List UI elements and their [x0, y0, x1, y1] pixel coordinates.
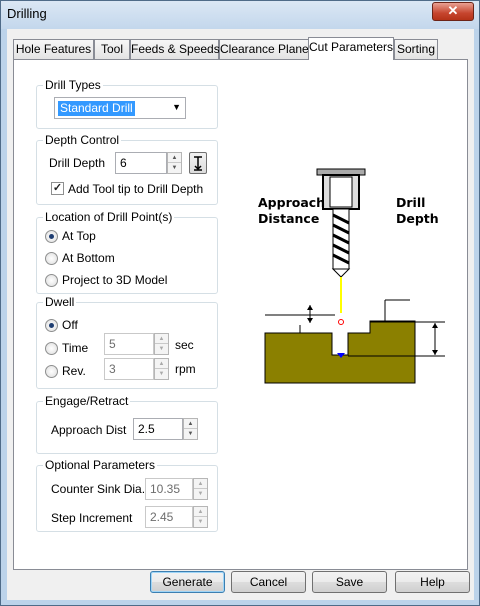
spin-down-icon: ▼ — [171, 165, 178, 171]
approach-distance-label: Approach Distance — [258, 195, 326, 226]
title-bar[interactable]: Drilling ✕ — [1, 1, 479, 29]
drill-depth-diagram-label: Drill Depth — [396, 195, 439, 226]
step-increment-input[interactable]: 2.45 — [145, 506, 193, 528]
depth-control-title: Depth Control — [43, 133, 122, 147]
dwell-rev-radio[interactable] — [45, 365, 58, 378]
generate-button[interactable]: Generate — [150, 571, 225, 593]
at-bottom-radio[interactable] — [45, 252, 58, 265]
at-bottom-label: At Bottom — [62, 251, 115, 265]
counter-sink-input[interactable]: 10.35 — [145, 478, 193, 500]
dwell-group: Dwell Off Time 5 ▲ ▼ sec Rev. 3 ▲ ▼ rpm — [36, 295, 218, 389]
dwell-time-unit: sec — [175, 338, 194, 352]
project-3d-label: Project to 3D Model — [62, 273, 168, 287]
dwell-rev-label: Rev. — [62, 364, 86, 378]
add-tool-tip-checkbox[interactable]: ✓ — [51, 182, 64, 195]
help-button[interactable]: Help — [395, 571, 470, 593]
cancel-button[interactable]: Cancel — [231, 571, 306, 593]
drill-types-group: Drill Types Standard Drill ▼ — [36, 78, 218, 129]
window-title: Drilling — [7, 6, 47, 21]
close-button[interactable]: ✕ — [432, 2, 474, 21]
optional-parameters-group: Optional Parameters Counter Sink Dia. 10… — [36, 458, 218, 532]
dwell-time-radio[interactable] — [45, 342, 58, 355]
depth-pick-button[interactable] — [189, 152, 207, 174]
drill-depth-label: Drill Depth — [49, 156, 106, 170]
depth-control-group: Depth Control Drill Depth 6 ▲ ▼ ✓ Add Too… — [36, 133, 218, 205]
dwell-rev-unit: rpm — [175, 362, 196, 376]
save-button[interactable]: Save — [312, 571, 387, 593]
engage-retract-group: Engage/Retract Approach Dist 2.5 ▲ ▼ — [36, 394, 218, 454]
engage-retract-title: Engage/Retract — [43, 394, 131, 408]
step-increment-label: Step Increment — [51, 511, 133, 525]
step-increment-spinner[interactable]: ▲ ▼ — [193, 506, 208, 528]
tab-feeds-speeds[interactable]: Feeds & Speeds — [130, 39, 220, 59]
tab-tool[interactable]: Tool — [94, 39, 130, 59]
optional-parameters-title: Optional Parameters — [43, 458, 158, 472]
at-top-label: At Top — [62, 229, 96, 243]
dwell-time-input[interactable]: 5 — [104, 333, 154, 355]
location-title: Location of Drill Point(s) — [43, 210, 175, 224]
drill-depth-spinner[interactable]: ▲ ▼ — [167, 152, 182, 174]
dwell-rev-input[interactable]: 3 — [104, 358, 154, 380]
dwell-time-label: Time — [62, 341, 89, 355]
drilling-diagram: Approach Distance Drill Depth — [250, 165, 460, 425]
location-group: Location of Drill Point(s) At Top At Bot… — [36, 210, 218, 294]
dwell-rev-spinner[interactable]: ▲ ▼ — [154, 358, 169, 380]
drilling-dialog: Drilling ✕ Hole Features Tool Feeds & Sp… — [0, 0, 480, 606]
project-3d-radio[interactable] — [45, 274, 58, 287]
tab-cut-parameters[interactable]: Cut Parameters — [308, 37, 394, 60]
tab-clearance-plane[interactable]: Clearance Plane — [219, 39, 309, 59]
spin-up-icon: ▲ — [168, 153, 181, 163]
depth-arrows-icon — [194, 156, 202, 171]
counter-sink-spinner[interactable]: ▲ ▼ — [193, 478, 208, 500]
cut-parameters-panel: Drill Types Standard Drill ▼ Depth Contr… — [13, 59, 468, 570]
dwell-title: Dwell — [43, 295, 77, 309]
drill-type-value: Standard Drill — [58, 101, 135, 116]
counter-sink-label: Counter Sink Dia. — [51, 482, 146, 496]
drill-depth-input[interactable]: 6 — [115, 152, 167, 174]
dwell-off-label: Off — [62, 318, 78, 332]
dwell-off-radio[interactable] — [45, 319, 58, 332]
drill-types-title: Drill Types — [43, 78, 103, 92]
tab-sorting[interactable]: Sorting — [394, 39, 438, 59]
dialog-client: Hole Features Tool Feeds & Speeds Cleara… — [7, 29, 474, 600]
approach-dist-spinner[interactable]: ▲ ▼ — [183, 418, 198, 440]
chevron-down-icon: ▼ — [172, 102, 181, 112]
tab-hole-features[interactable]: Hole Features — [13, 39, 94, 59]
dwell-time-spinner[interactable]: ▲ ▼ — [154, 333, 169, 355]
approach-dist-label: Approach Dist — [51, 423, 127, 437]
drill-type-select[interactable]: Standard Drill ▼ — [54, 97, 186, 119]
approach-dist-input[interactable]: 2.5 — [133, 418, 183, 440]
close-icon: ✕ — [447, 3, 459, 18]
add-tool-tip-label: Add Tool tip to Drill Depth — [68, 182, 204, 196]
at-top-radio[interactable] — [45, 230, 58, 243]
